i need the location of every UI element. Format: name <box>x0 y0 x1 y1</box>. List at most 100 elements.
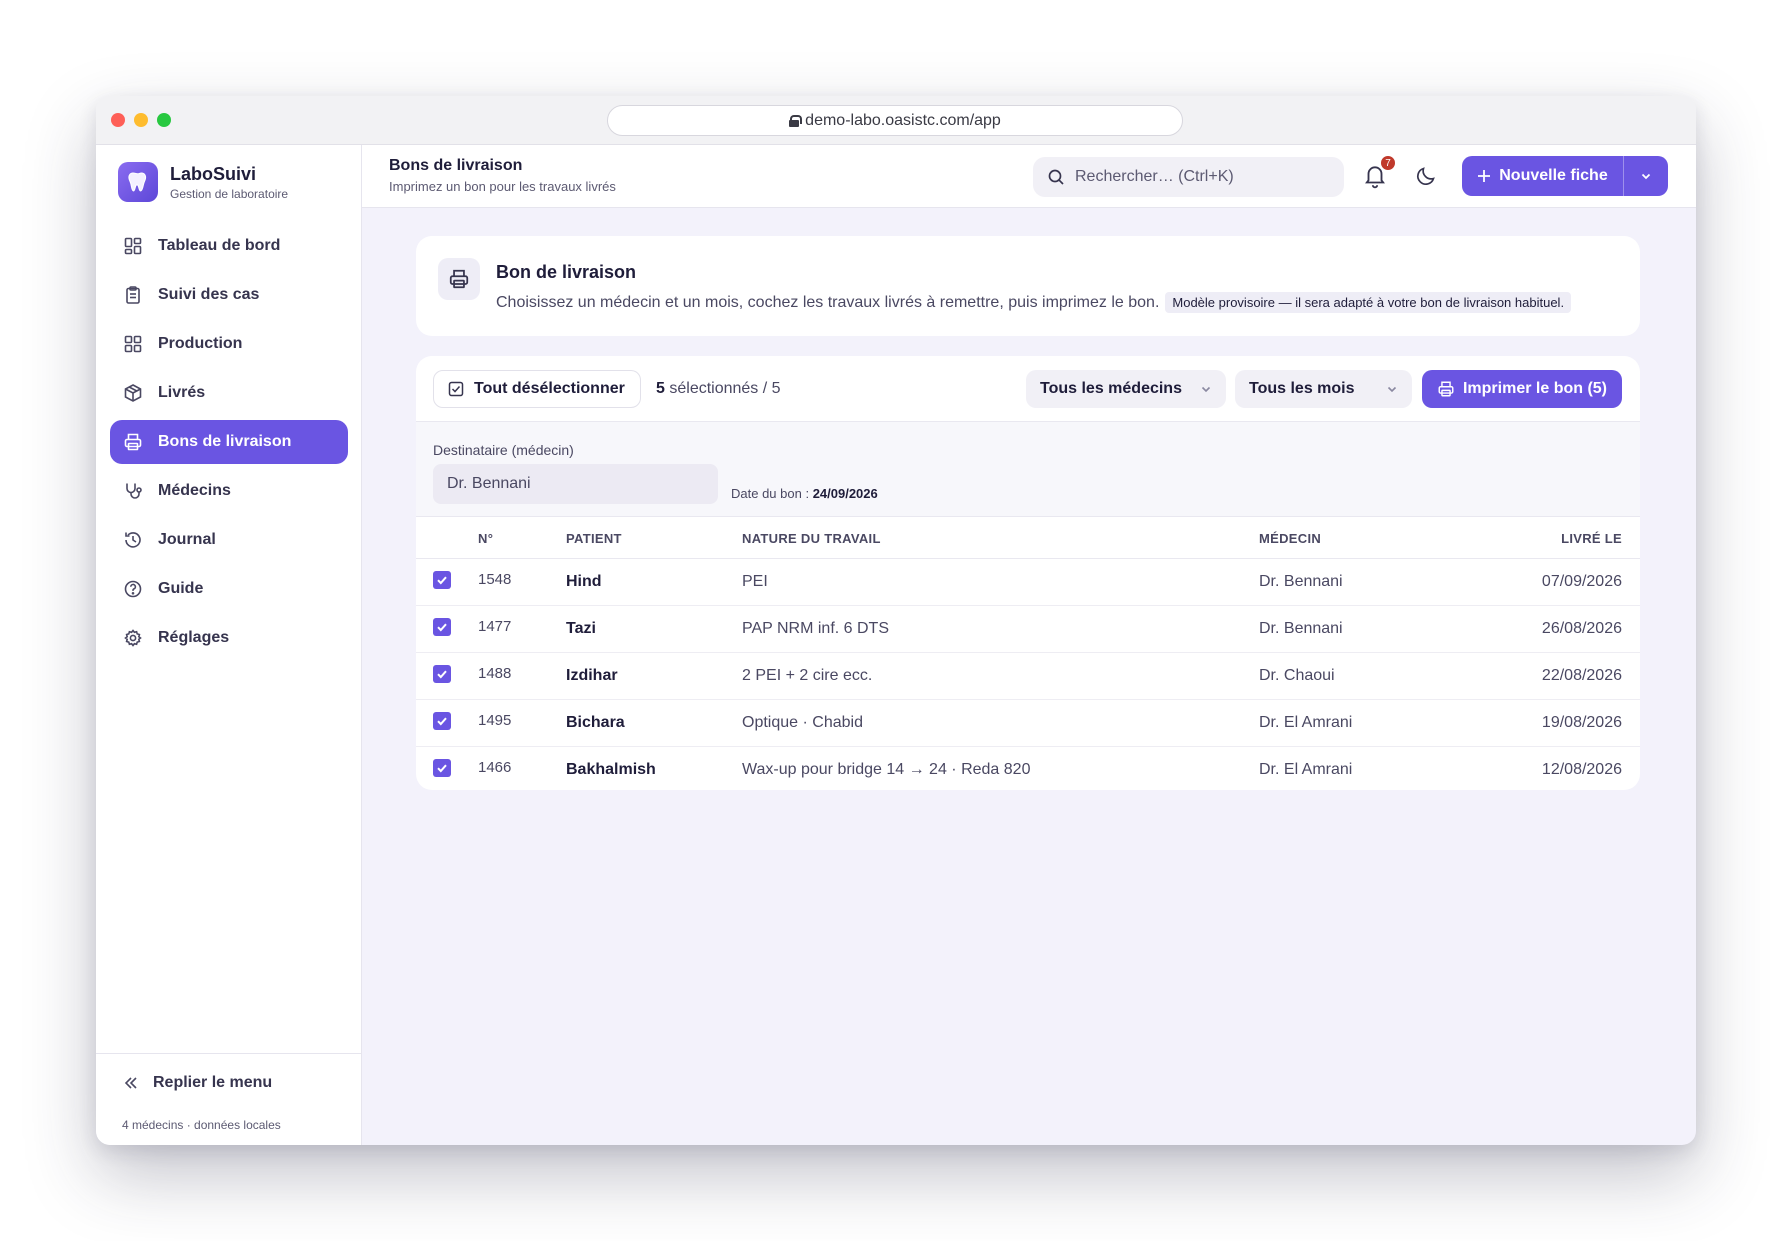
date-label: Date du bon : <box>731 486 810 501</box>
intro-title: Bon de livraison <box>496 262 637 282</box>
sidebar-item-livres[interactable]: Livrés <box>110 371 348 415</box>
cell-medecin: Dr. El Amrani <box>1259 761 1353 778</box>
new-record-button-group: Nouvelle fiche <box>1462 156 1668 196</box>
printer-icon <box>124 433 142 451</box>
printer-icon <box>1438 381 1454 397</box>
checkmark-icon <box>437 670 447 679</box>
sidebar-item-tableau-de-bord[interactable]: Tableau de bord <box>110 224 348 268</box>
browser-window: demo-labo.oasistc.com/app LaboSuivi Gest… <box>96 96 1696 1145</box>
sidebar-item-medecins[interactable]: Médecins <box>110 469 348 513</box>
month-filter-value: Tous les mois <box>1249 380 1355 397</box>
cell-medecin: Dr. Bennani <box>1259 573 1343 590</box>
intro-description: Choisissez un médecin et un mois, cochez… <box>496 293 1160 311</box>
print-button-label: Imprimer le bon (5) <box>1462 380 1608 397</box>
history-icon <box>125 532 141 548</box>
cell-medecin: Dr. El Amrani <box>1259 714 1353 731</box>
cell-livre: 26/08/2026 <box>1541 620 1622 637</box>
moon-icon[interactable] <box>1415 165 1437 187</box>
collapse-menu-label: Replier le menu <box>153 1074 273 1091</box>
print-button[interactable]: Imprimer le bon (5) <box>1422 370 1622 408</box>
cell-livre: 22/08/2026 <box>1541 667 1622 684</box>
intro-card: Bon de livraison Choisissez un médecin e… <box>416 236 1640 336</box>
sidebar-item-production[interactable]: Production <box>110 322 348 366</box>
cell-num: 1495 <box>478 712 512 729</box>
recipient-value: Dr. Bennani <box>447 475 531 492</box>
checkmark-icon <box>437 764 447 773</box>
sidebar-item-bons-de-livraison[interactable]: Bons de livraison <box>110 420 348 464</box>
sidebar-item-label: Production <box>158 335 243 352</box>
new-record-button[interactable]: Nouvelle fiche <box>1462 156 1624 196</box>
sidebar-item-guide[interactable]: Guide <box>110 567 348 611</box>
column-header-patient: PATIENT <box>566 531 622 546</box>
doctor-filter-select[interactable]: Tous les médecins <box>1026 370 1226 408</box>
collapse-menu-button[interactable]: Replier le menu <box>123 1074 272 1092</box>
cell-livre: 12/08/2026 <box>1541 761 1622 778</box>
notification-badge: 7 <box>1379 154 1397 172</box>
minimize-window-button[interactable] <box>134 113 148 127</box>
delivery-card: Tout désélectionner 5 sélectionnés / 5 T… <box>416 356 1640 790</box>
template-note: Modèle provisoire — il sera adapté à vot… <box>1165 292 1572 313</box>
sidebar-item-journal[interactable]: Journal <box>110 518 348 562</box>
new-record-label: Nouvelle fiche <box>1499 167 1608 184</box>
sidebar-item-label: Médecins <box>158 482 231 499</box>
table-header: N° PATIENT NATURE DU TRAVAIL MÉDECIN LIV… <box>416 517 1640 559</box>
column-header-livre: LIVRÉ LE <box>1561 531 1622 546</box>
row-checkbox[interactable] <box>433 712 451 730</box>
deselect-all-button[interactable]: Tout désélectionner <box>433 370 641 408</box>
page-subtitle: Imprimez un bon pour les travaux livrés <box>389 179 616 194</box>
stethoscope-icon <box>126 483 142 499</box>
cell-num: 1488 <box>478 665 512 682</box>
sidebar-item-label: Tableau de bord <box>158 237 281 254</box>
intro-description-row: Choisissez un médecin et un mois, cochez… <box>496 292 1572 313</box>
cell-patient: Hind <box>566 573 602 590</box>
doctor-filter-value: Tous les médecins <box>1040 380 1182 397</box>
cell-nature: 2 PEI + 2 cire ecc. <box>742 667 873 684</box>
sidebar: LaboSuivi Gestion de laboratoire Tableau… <box>96 145 362 1145</box>
table-row[interactable]: 1495 Bichara Optique · Chabid Dr. El Amr… <box>416 700 1640 747</box>
browser-titlebar: demo-labo.oasistc.com/app <box>96 96 1696 145</box>
clipboard-icon <box>126 286 140 304</box>
lock-icon <box>789 114 803 127</box>
table-row[interactable]: 1477 Tazi PAP NRM inf. 6 DTS Dr. Bennani… <box>416 606 1640 653</box>
cell-nature: Optique · Chabid <box>742 714 863 731</box>
table-row[interactable]: 1488 Izdihar 2 PEI + 2 cire ecc. Dr. Cha… <box>416 653 1640 700</box>
row-checkbox[interactable] <box>433 665 451 683</box>
search-input[interactable]: Rechercher… (Ctrl+K) <box>1033 157 1344 197</box>
maximize-window-button[interactable] <box>157 113 171 127</box>
column-header-num: N° <box>478 531 494 546</box>
address-bar[interactable]: demo-labo.oasistc.com/app <box>607 105 1183 136</box>
sidebar-item-suivi-des-cas[interactable]: Suivi des cas <box>110 273 348 317</box>
cell-patient: Bakhalmish <box>566 761 656 778</box>
row-checkbox[interactable] <box>433 571 451 589</box>
row-checkbox[interactable] <box>433 618 451 636</box>
new-record-menu-button[interactable] <box>1624 156 1668 196</box>
sidebar-item-reglages[interactable]: Réglages <box>110 616 348 660</box>
sidebar-footer: Replier le menu 4 médecins · données loc… <box>96 1053 361 1145</box>
page-title: Bons de livraison <box>389 157 523 174</box>
chevron-down-icon <box>1201 386 1211 393</box>
search-icon <box>1048 169 1064 185</box>
cell-nature: PEI <box>742 573 768 590</box>
table-row[interactable]: 1466 Bakhalmish Wax-up pour bridge 14 → … <box>416 747 1640 790</box>
printer-icon <box>438 258 480 300</box>
chevrons-left-icon <box>124 1077 137 1089</box>
cell-num: 1548 <box>478 571 512 588</box>
column-header-nature: NATURE DU TRAVAIL <box>742 531 881 546</box>
close-window-button[interactable] <box>111 113 125 127</box>
recipient-section: Destinataire (médecin) Dr. Bennani Date … <box>416 422 1640 517</box>
month-filter-select[interactable]: Tous les mois <box>1235 370 1412 408</box>
selection-toolbar: Tout désélectionner 5 sélectionnés / 5 T… <box>416 356 1640 422</box>
cell-nature: PAP NRM inf. 6 DTS <box>742 620 889 637</box>
cell-patient: Izdihar <box>566 667 618 684</box>
selection-count: 5 sélectionnés / 5 <box>656 380 781 398</box>
sidebar-item-label: Réglages <box>158 629 230 646</box>
selected-number: 5 <box>656 380 665 397</box>
checkmark-icon <box>437 623 447 632</box>
cell-livre: 19/08/2026 <box>1541 714 1622 731</box>
search-placeholder: Rechercher… (Ctrl+K) <box>1075 168 1234 185</box>
recipient-input[interactable]: Dr. Bennani <box>433 464 718 504</box>
tooth-logo-icon <box>118 162 158 202</box>
row-checkbox[interactable] <box>433 759 451 777</box>
table-row[interactable]: 1548 Hind PEI Dr. Bennani 07/09/2026 <box>416 559 1640 606</box>
package-icon <box>124 384 142 402</box>
